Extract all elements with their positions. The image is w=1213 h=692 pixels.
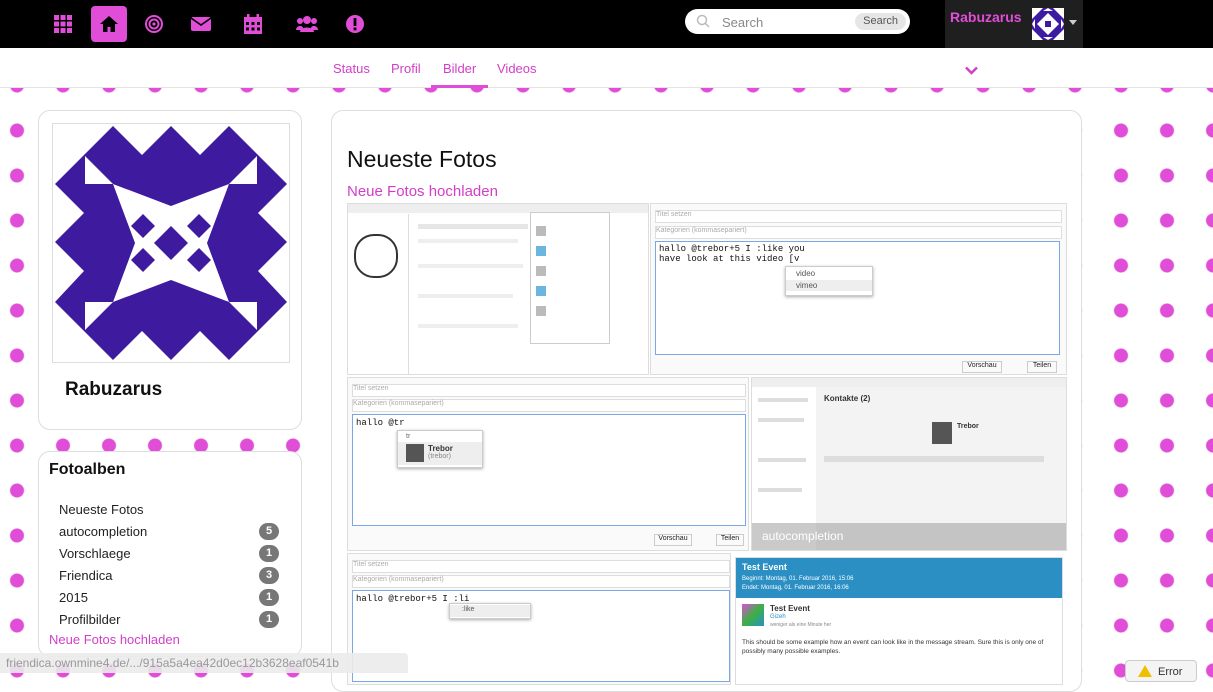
album-item-2015[interactable]: 2015 [59,590,88,605]
user-name: Rabuzarus [950,9,1022,25]
status-url: friendica.ownmine4.de/.../915a5a4ea42d0e… [6,656,339,670]
photo-albums-panel: Fotoalben Neueste Fotos autocompletion 5… [38,451,302,657]
title-field: Titel setzen [352,560,730,573]
warning-icon [1138,665,1152,677]
chevron-down-icon[interactable] [1069,20,1077,25]
profile-photo[interactable] [52,123,290,363]
menu-item: :like [462,606,475,613]
album-item-neueste-fotos[interactable]: Neueste Fotos [59,502,144,517]
photo-thumbnail[interactable]: Titel setzen Kategorien (kommasepariert)… [650,203,1067,375]
error-label: Error [1158,666,1183,678]
albums-title: Fotoalben [49,461,126,478]
count-badge: 5 [259,523,279,540]
album-item-friendica[interactable]: Friendica [59,568,112,583]
album-item-profilbilder[interactable]: Profilbilder [59,612,120,627]
main-content: Neueste Fotos Neue Fotos hochladen Titel… [331,110,1082,692]
calendar-icon[interactable] [235,6,271,42]
menu-item: video [796,269,816,278]
photo-thumbnail[interactable] [347,203,649,375]
upload-photos-link[interactable]: Neue Fotos hochladen [347,183,498,200]
category-field: Kategorien (kommasepariert) [655,226,1062,239]
photo-thumbnail[interactable]: Kontakte (2) Trebor autocompletion [751,377,1067,551]
search-input[interactable] [720,12,874,33]
event-end: Endet: Montag, 01. Februar 2016, 16:06 [742,585,849,591]
top-navbar: Search Rabuzarus [0,0,1213,48]
chevron-down-icon[interactable] [965,62,978,80]
photo-thumbnail[interactable]: Test Event Beginnt: Montag, 01. Februar … [735,557,1063,685]
page-title: Neueste Fotos [347,146,497,172]
preview-button: Vorschau [962,361,1002,373]
category-field: Kategorien (kommasepariert) [352,399,746,412]
share-button: Teilen [1027,361,1057,373]
count-badge: 3 [259,567,279,584]
album-item-autocompletion[interactable]: autocompletion [59,524,147,539]
title-field: Titel setzen [655,210,1062,223]
event-time: weniger als eine Minute her [770,622,832,628]
error-badge[interactable]: Error [1125,660,1197,682]
profile-card: Rabuzarus [38,110,302,430]
target-icon[interactable] [136,6,172,42]
profile-name: Rabuzarus [65,379,163,400]
contact-name: Trebor [957,423,979,430]
preview-button: Vorschau [654,534,692,546]
event-body: This should be some example how an event… [742,639,1044,655]
photo-thumbnail[interactable]: Titel setzen Kategorien (kommasepariert)… [347,377,749,551]
user-menu[interactable]: Rabuzarus [945,0,1083,48]
editor-text: hallo @trebor+5 I :like you [659,244,805,254]
avatar[interactable] [1032,8,1064,40]
search-box: Search [685,9,910,34]
search-icon [696,14,710,33]
editor-text: hallo @tr [356,418,405,428]
tab-bilder[interactable]: Bilder [431,61,489,88]
event-user: Gizeh [770,614,786,620]
suggestion-handle: (trebor) [428,453,451,460]
editor-area: hallo @tr tr Trebor (trebor) [352,414,746,526]
event-title: Test Event [770,604,810,613]
tab-profil[interactable]: Profil [391,61,421,76]
editor-text: have look at this video [v [659,254,800,264]
menu-hint: tr [406,433,411,440]
contacts-heading: Kontakte (2) [824,394,871,403]
count-badge: 1 [259,611,279,628]
upload-photos-link[interactable]: Neue Fotos hochladen [49,632,180,647]
tab-status[interactable]: Status [333,61,370,76]
album-item-vorschlaege[interactable]: Vorschlaege [59,546,131,561]
editor-area: hallo @trebor+5 I :like you have look at… [655,241,1060,355]
category-field: Kategorien (kommasepariert) [352,575,730,588]
suggestion-name: Trebor [428,444,453,453]
count-badge: 1 [259,545,279,562]
photo-caption: autocompletion [762,529,844,543]
menu-item: vimeo [796,281,818,290]
envelope-icon[interactable] [183,6,219,42]
users-icon[interactable] [289,6,325,42]
count-badge: 1 [259,589,279,606]
share-button: Teilen [716,534,744,546]
home-icon[interactable] [91,6,127,42]
event-header: Test Event [742,562,787,572]
editor-area: hallo @trebor+5 I :li :like [352,590,730,682]
browser-status-bar: friendica.ownmine4.de/.../915a5a4ea42d0e… [0,653,408,673]
title-field: Titel setzen [352,384,746,397]
profile-tabs: Status Profil Bilder Videos [0,48,1213,88]
event-begin: Beginnt: Montag, 01. Februar 2016, 15:06 [742,576,854,582]
alert-icon[interactable] [337,6,373,42]
tab-videos[interactable]: Videos [497,61,537,76]
apps-grid-icon[interactable] [45,6,81,42]
search-button[interactable]: Search [855,13,906,30]
